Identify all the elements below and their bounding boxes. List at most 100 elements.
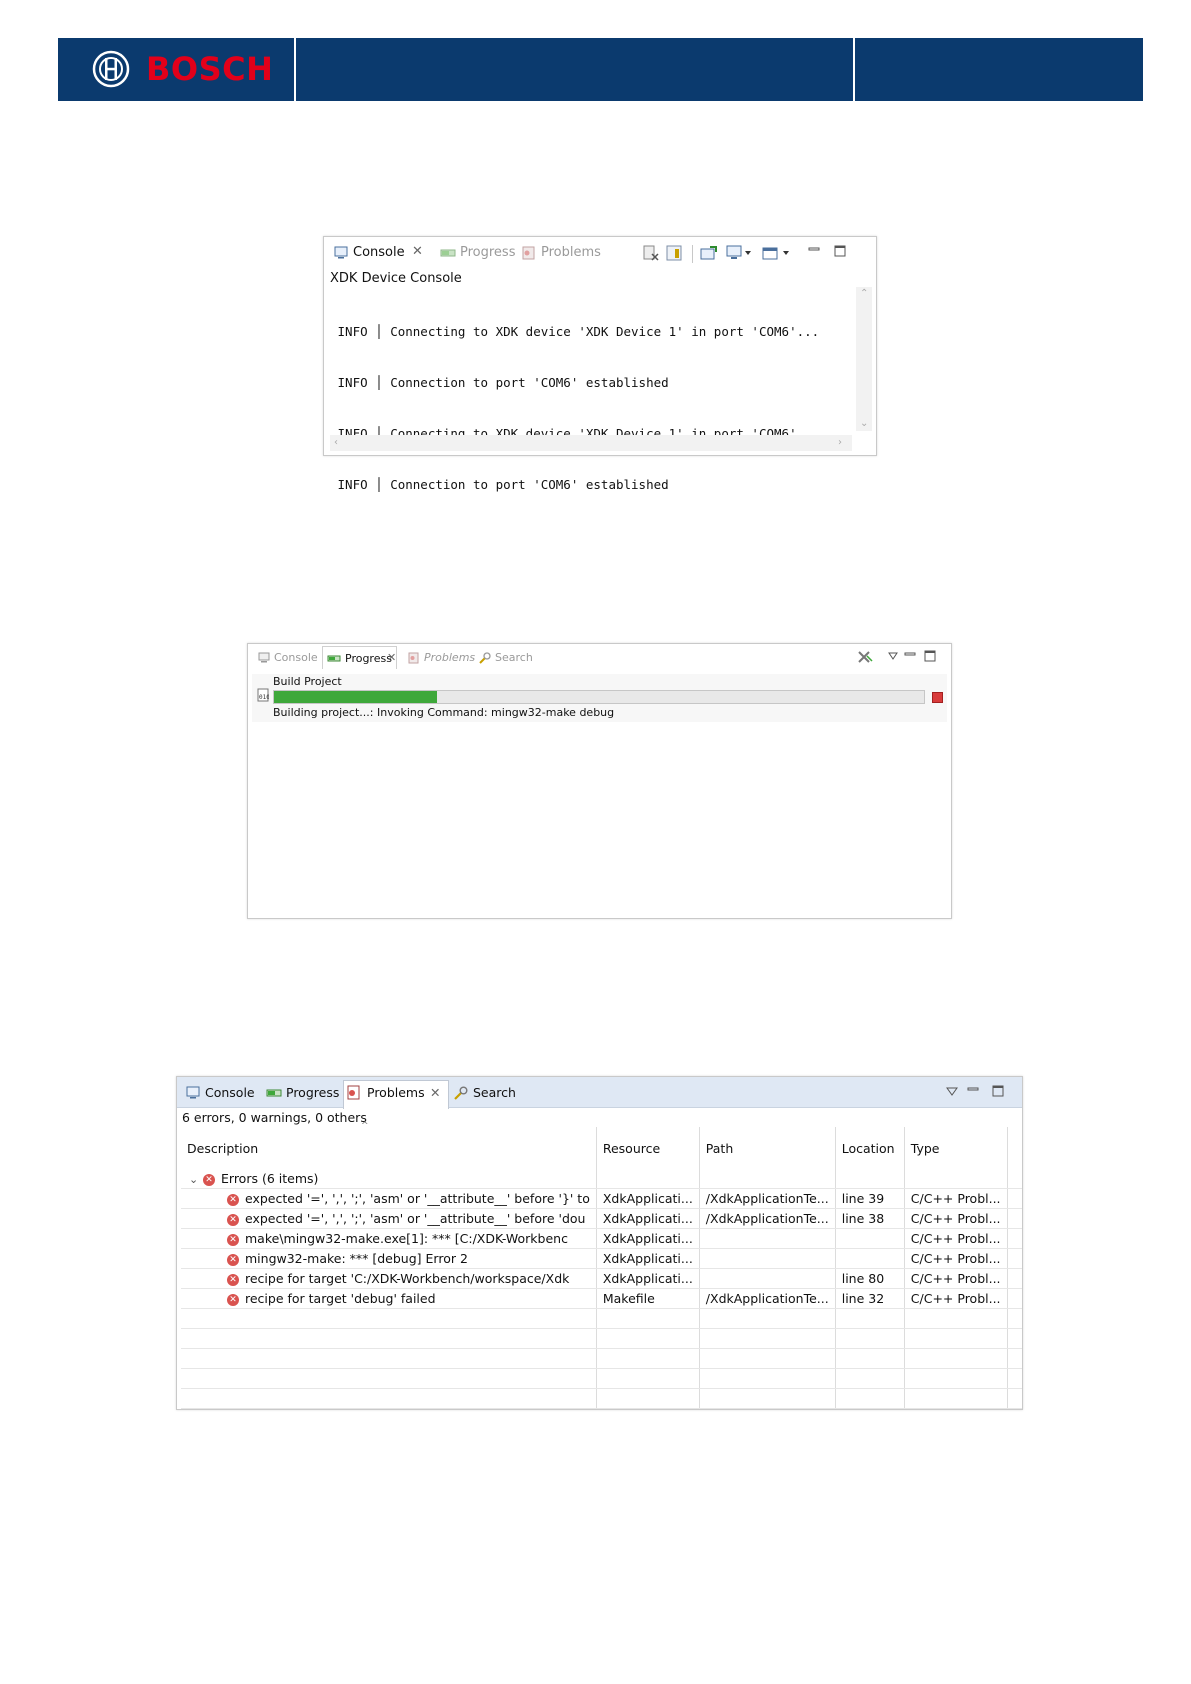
- column-header-description[interactable]: Description: [181, 1127, 597, 1169]
- job-name: Build Project: [273, 675, 342, 688]
- remove-finished-icon[interactable]: [857, 650, 873, 664]
- problems-icon: [347, 1085, 360, 1100]
- problems-icon: [408, 652, 419, 663]
- problem-location: [835, 1248, 905, 1269]
- error-icon: ✕: [227, 1233, 239, 1246]
- console-line: INFO │ Connection to port 'COM6' establi…: [330, 375, 669, 390]
- column-header-path[interactable]: Path: [699, 1127, 836, 1169]
- tab-console-label: Console: [205, 1085, 255, 1100]
- problem-path: [699, 1268, 836, 1289]
- tab-progress[interactable]: Progress: [266, 1085, 339, 1100]
- brand-name: BOSCH: [146, 50, 274, 88]
- tab-search[interactable]: Search: [478, 651, 533, 664]
- job-status: Building project...: Invoking Command: m…: [273, 706, 615, 719]
- column-header-location[interactable]: Location: [835, 1127, 905, 1169]
- tab-progress[interactable]: Progress: [440, 245, 515, 260]
- problem-resource: XdkApplicati...: [596, 1228, 700, 1249]
- problem-resource: XdkApplicati...: [596, 1268, 700, 1289]
- scroll-down-icon[interactable]: ⌄: [860, 419, 868, 429]
- tab-search[interactable]: Search: [453, 1085, 516, 1100]
- tab-search-label: Search: [473, 1085, 516, 1100]
- tab-console[interactable]: Console: [334, 245, 405, 260]
- problem-location: line 32: [835, 1288, 905, 1309]
- scroll-up-icon[interactable]: ⌃: [860, 289, 868, 299]
- maximize-icon[interactable]: [834, 245, 846, 257]
- job-icon: 010: [257, 688, 269, 702]
- table-row[interactable]: ✕ expected '=', ',', ';', 'asm' or '__att…: [181, 1208, 1022, 1229]
- display-console-icon[interactable]: [726, 245, 752, 261]
- vertical-scrollbar[interactable]: ⌃ ⌄: [856, 287, 872, 431]
- toolbar-divider: [692, 245, 693, 263]
- problem-description: recipe for target 'C:/XDK-Workbench/work…: [245, 1271, 570, 1286]
- tab-problems[interactable]: Problems: [522, 245, 601, 260]
- header-divider: [853, 38, 855, 101]
- table-row[interactable]: ✕ recipe for target 'C:/XDK-Workbench/wor…: [181, 1268, 1022, 1289]
- problem-resource: XdkApplicati...: [596, 1208, 700, 1229]
- problem-path: /XdkApplicationTe...: [699, 1188, 836, 1209]
- column-header-type[interactable]: Type: [904, 1127, 1008, 1169]
- tab-problems[interactable]: Problems: [408, 651, 475, 664]
- group-label: Errors (6 items): [221, 1171, 319, 1186]
- progress-icon: [440, 249, 456, 256]
- problem-type: C/C++ Probl...: [904, 1268, 1008, 1289]
- close-icon[interactable]: ✕: [430, 1085, 440, 1100]
- table-row[interactable]: ✕ make\mingw32-make.exe[1]: *** [C:/XDK-W…: [181, 1228, 1022, 1249]
- table-row[interactable]: ✕ recipe for target 'debug' failed Makefi…: [181, 1288, 1022, 1309]
- column-header-resource[interactable]: Resource: [596, 1127, 700, 1169]
- problem-location: line 39: [835, 1188, 905, 1209]
- minimize-icon[interactable]: [808, 245, 820, 257]
- bosch-logo-icon: [92, 50, 130, 88]
- maximize-icon[interactable]: [992, 1085, 1004, 1097]
- scroll-right-icon[interactable]: ›: [838, 438, 842, 448]
- scroll-left-icon[interactable]: ‹: [334, 438, 338, 448]
- tab-problems[interactable]: Problems: [347, 1085, 425, 1100]
- cancel-job-button[interactable]: [932, 692, 943, 703]
- console-line: INFO │ Connecting to XDK device 'XDK Dev…: [330, 324, 820, 339]
- view-menu-icon[interactable]: [888, 652, 898, 660]
- problem-type: C/C++ Probl...: [904, 1228, 1008, 1249]
- clear-console-icon[interactable]: [642, 245, 660, 261]
- problems-icon: [522, 246, 535, 259]
- pin-console-icon[interactable]: [700, 245, 718, 261]
- empty-row: [181, 1348, 1022, 1369]
- problem-resource: Makefile: [596, 1288, 700, 1309]
- tab-console[interactable]: Console: [186, 1085, 255, 1100]
- problem-location: line 80: [835, 1268, 905, 1289]
- tab-console[interactable]: Console: [258, 651, 318, 664]
- problems-table: Description Resource Path Location Type …: [181, 1127, 1022, 1409]
- error-icon: ✕: [203, 1173, 215, 1186]
- tab-problems-label: Problems: [424, 651, 476, 664]
- error-icon: ✕: [227, 1293, 239, 1306]
- search-icon: [479, 651, 491, 664]
- empty-row: [181, 1368, 1022, 1389]
- view-menu-icon[interactable]: [946, 1087, 958, 1096]
- problems-view: Console Progress Problems ✕ Search 6 err…: [176, 1076, 1023, 1410]
- column-header-filler: [1007, 1127, 1022, 1169]
- tab-progress[interactable]: Progress: [322, 646, 397, 669]
- problem-type: C/C++ Probl...: [904, 1248, 1008, 1269]
- progress-icon: [327, 655, 341, 661]
- svg-text:010: 010: [259, 694, 269, 701]
- problem-location: [835, 1228, 905, 1249]
- chevron-down-icon[interactable]: ⌄: [189, 1173, 203, 1186]
- empty-row: [181, 1388, 1022, 1409]
- table-row[interactable]: ✕ expected '=', ',', ';', 'asm' or '__att…: [181, 1188, 1022, 1209]
- maximize-icon[interactable]: [924, 650, 936, 662]
- console-output: INFO │ Connecting to XDK device 'XDK Dev…: [330, 289, 852, 527]
- page-header: BOSCH: [58, 38, 1143, 101]
- tab-progress-label: Progress: [345, 651, 392, 665]
- scroll-lock-icon[interactable]: [666, 245, 684, 261]
- close-icon[interactable]: ✕: [387, 651, 396, 664]
- problem-type: C/C++ Probl...: [904, 1208, 1008, 1229]
- close-icon[interactable]: ✕: [412, 244, 423, 259]
- error-icon: ✕: [227, 1273, 239, 1286]
- tab-problems-label: Problems: [367, 1085, 425, 1100]
- console-title: XDK Device Console: [330, 271, 462, 286]
- horizontal-scrollbar[interactable]: ‹ ›: [330, 435, 852, 451]
- table-row[interactable]: ✕ mingw32-make: *** [debug] Error 2 XdkAp…: [181, 1248, 1022, 1269]
- problem-path: [699, 1248, 836, 1269]
- minimize-icon[interactable]: [967, 1085, 979, 1097]
- group-row-errors[interactable]: ⌄ ✕ Errors (6 items): [181, 1169, 1022, 1189]
- open-console-icon[interactable]: [762, 245, 790, 261]
- minimize-icon[interactable]: [904, 650, 916, 662]
